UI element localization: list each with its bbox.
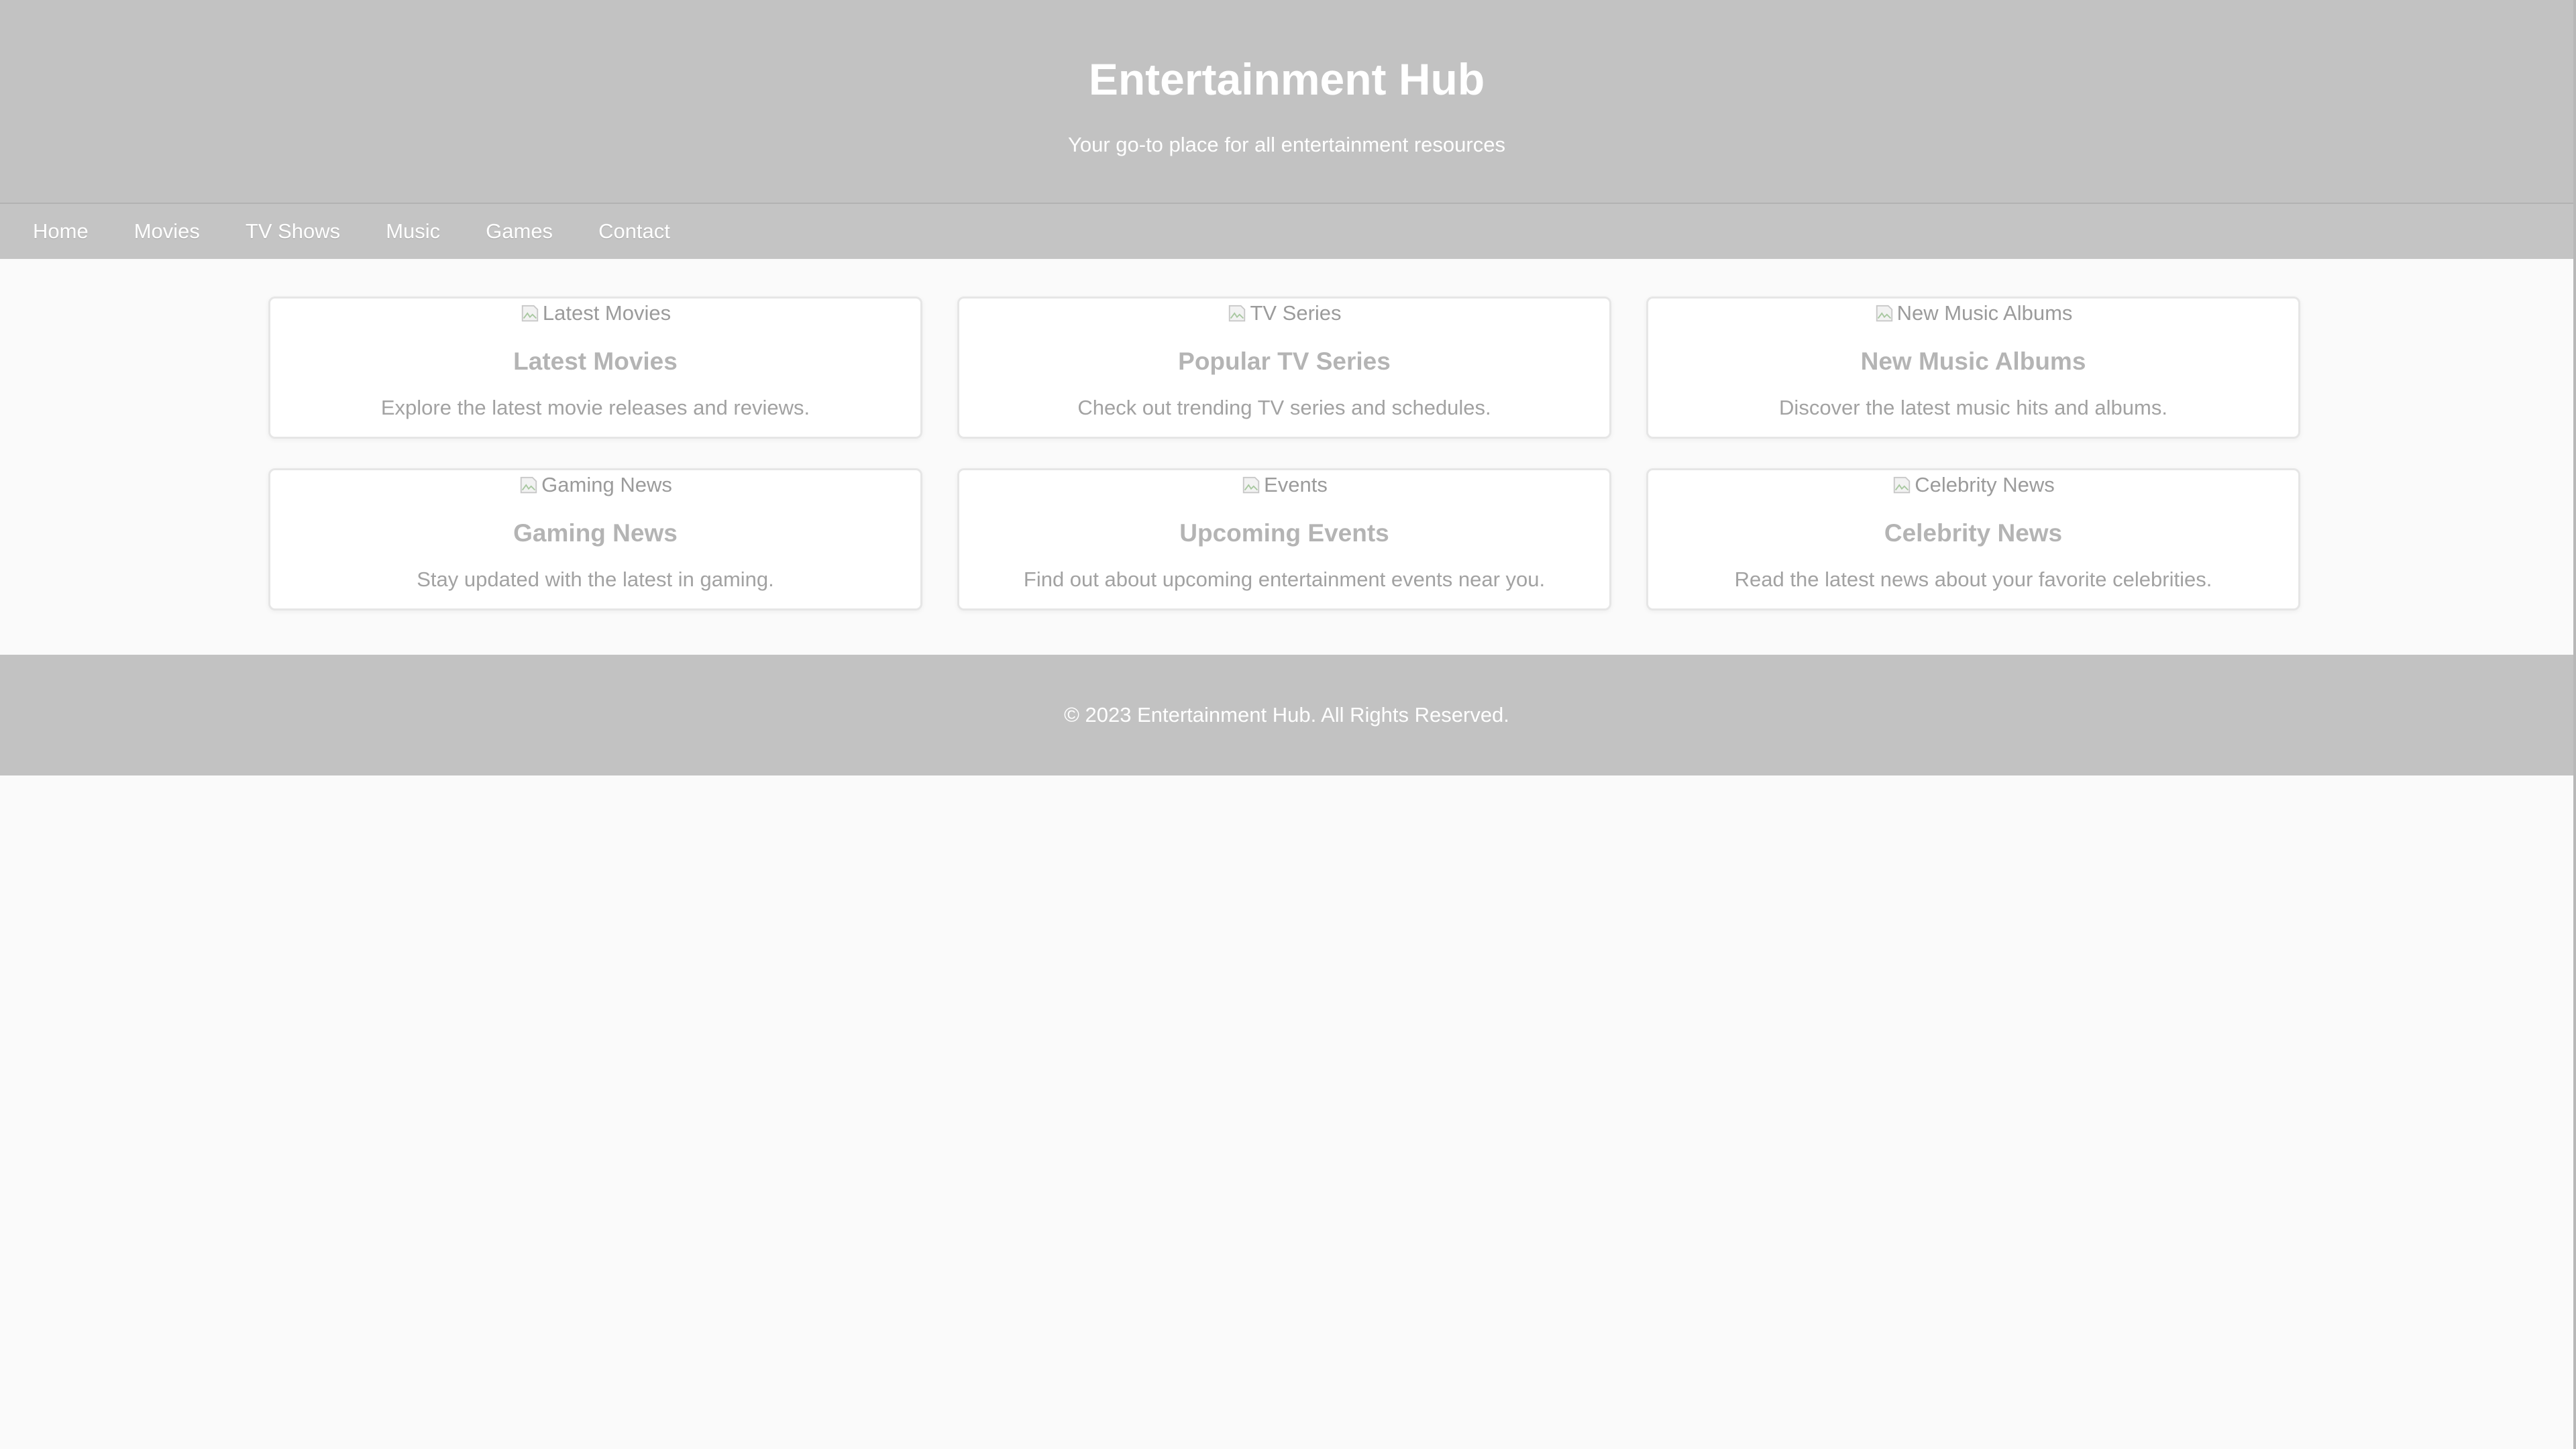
- site-title: Entertainment Hub: [1088, 54, 1485, 104]
- card-description: Read the latest news about your favorite…: [1734, 568, 2212, 591]
- card-image-alt: New Music Albums: [1896, 301, 2073, 325]
- card-grid: Latest Movies Latest Movies Explore the …: [268, 297, 2302, 610]
- card-description: Check out trending TV series and schedul…: [1077, 396, 1491, 419]
- card-title: Gaming News: [513, 519, 678, 547]
- nav-link-tv-shows[interactable]: TV Shows: [246, 219, 340, 244]
- broken-image-icon: [1229, 305, 1246, 322]
- card-image: TV Series: [959, 299, 1609, 328]
- page: Entertainment Hub Your go-to place for a…: [0, 0, 2576, 1449]
- card-description: Find out about upcoming entertainment ev…: [1023, 568, 1546, 591]
- card-title: Latest Movies: [513, 347, 678, 375]
- copyright-text: © 2023 Entertainment Hub. All Rights Res…: [1064, 703, 1509, 727]
- card-latest-movies[interactable]: Latest Movies Latest Movies Explore the …: [268, 297, 922, 439]
- card-title: Celebrity News: [1884, 519, 2063, 547]
- card-title: Popular TV Series: [1178, 347, 1391, 375]
- card-image: Events: [959, 470, 1609, 500]
- main-content: Latest Movies Latest Movies Explore the …: [268, 297, 2302, 610]
- nav-link-games[interactable]: Games: [486, 219, 553, 244]
- card-upcoming-events[interactable]: Events Upcoming Events Find out about up…: [957, 468, 1611, 610]
- card-image: Latest Movies: [270, 299, 920, 328]
- site-tagline: Your go-to place for all entertainment r…: [1068, 133, 1505, 156]
- card-description: Explore the latest movie releases and re…: [380, 396, 810, 419]
- card-title: New Music Albums: [1860, 347, 2086, 375]
- card-gaming-news[interactable]: Gaming News Gaming News Stay updated wit…: [268, 468, 922, 610]
- card-image: Celebrity News: [1648, 470, 2298, 500]
- broken-image-icon: [1894, 476, 1911, 494]
- nav-link-movies[interactable]: Movies: [134, 219, 200, 244]
- card-celebrity-news[interactable]: Celebrity News Celebrity News Read the l…: [1646, 468, 2300, 610]
- site-header: Entertainment Hub Your go-to place for a…: [0, 0, 2573, 204]
- card-image-alt: TV Series: [1250, 301, 1342, 325]
- broken-image-icon: [520, 476, 537, 494]
- nav-link-music[interactable]: Music: [386, 219, 440, 244]
- card-image: New Music Albums: [1648, 299, 2298, 328]
- card-description: Stay updated with the latest in gaming.: [417, 568, 774, 591]
- card-image-alt: Latest Movies: [542, 301, 672, 325]
- broken-image-icon: [521, 305, 539, 322]
- site-footer: © 2023 Entertainment Hub. All Rights Res…: [0, 655, 2573, 775]
- nav-link-home[interactable]: Home: [33, 219, 89, 244]
- nav-link-contact[interactable]: Contact: [598, 219, 670, 244]
- card-image: Gaming News: [270, 470, 920, 500]
- broken-image-icon: [1242, 476, 1260, 494]
- card-description: Discover the latest music hits and album…: [1779, 396, 2167, 419]
- card-title: Upcoming Events: [1179, 519, 1389, 547]
- card-image-alt: Gaming News: [541, 473, 672, 496]
- card-image-alt: Events: [1264, 473, 1328, 496]
- card-image-alt: Celebrity News: [1915, 473, 2055, 496]
- card-new-music-albums[interactable]: New Music Albums New Music Albums Discov…: [1646, 297, 2300, 439]
- main-nav: Home Movies TV Shows Music Games Contact: [0, 204, 2573, 259]
- broken-image-icon: [1876, 305, 1892, 322]
- card-tv-series[interactable]: TV Series Popular TV Series Check out tr…: [957, 297, 1611, 439]
